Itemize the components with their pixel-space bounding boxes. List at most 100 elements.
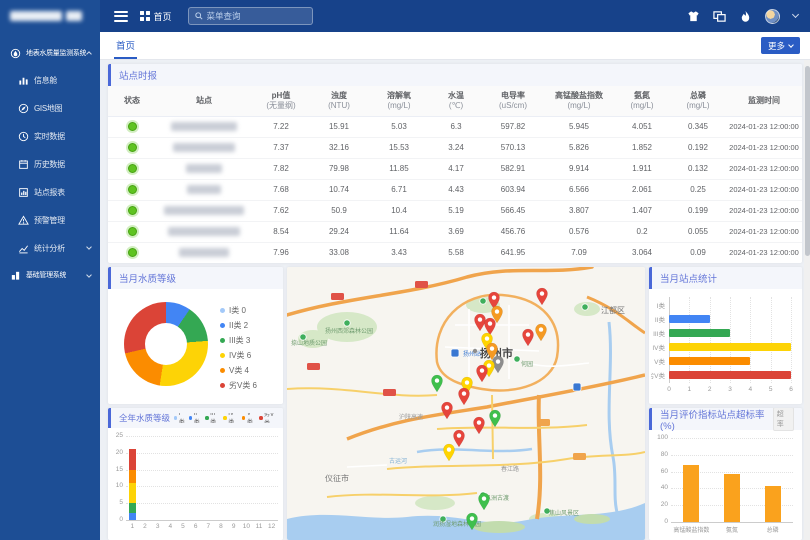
- value-cell: 11.85: [368, 158, 430, 179]
- flame-icon[interactable]: [739, 10, 752, 23]
- value-cell: 597.82: [482, 116, 544, 137]
- sidebar-group-0[interactable]: 地表水质量监测系统: [0, 40, 100, 66]
- station-cell: [156, 137, 252, 158]
- hbar-劣V类: [669, 371, 791, 379]
- pin-center: [492, 295, 496, 299]
- x-axis-tick: 4: [164, 523, 177, 530]
- app-logo: [0, 0, 100, 32]
- pin-center: [539, 327, 543, 331]
- more-button-label: 更多: [768, 40, 785, 52]
- sidebar-item-0[interactable]: 信息舱: [0, 66, 100, 94]
- status-cell: [108, 137, 156, 158]
- status-cell: [108, 221, 156, 242]
- realtime-data-icon: [18, 131, 29, 142]
- pin-center: [470, 516, 474, 520]
- legend-item: V类 4: [220, 363, 257, 378]
- legend-label: 劣V类: [264, 413, 279, 423]
- legend-marker: [189, 416, 192, 420]
- sidebar-item-6[interactable]: 统计分析: [0, 234, 100, 262]
- x-axis-tick: 1: [126, 523, 139, 530]
- gridline: [126, 486, 278, 487]
- station-data-table: 状态站点pH值(无量纲)浊度(NTU)溶解氧(mg/L)水温(℃)电导率(uS/…: [108, 86, 802, 263]
- exceed-rate-toggle[interactable]: 超率: [773, 408, 794, 431]
- column-header: 电导率(uS/cm): [482, 86, 544, 116]
- value-cell: 15.91: [310, 116, 368, 137]
- map-label: 何园: [521, 360, 533, 368]
- sidebar-item-1[interactable]: GIS地图: [0, 94, 100, 122]
- menu-search-box[interactable]: [188, 7, 313, 25]
- value-cell: 3.24: [430, 137, 482, 158]
- annual-water-grade-panel: 全年水质等级 I类II类III类IV类V类劣V类 051015202512345…: [108, 408, 283, 540]
- multi-screen-icon[interactable]: [713, 10, 726, 23]
- panel-title-bar: 全年水质等级 I类II类III类IV类V类劣V类: [108, 408, 283, 428]
- gridline: [126, 436, 278, 437]
- sidebar-item-3[interactable]: 历史数据: [0, 150, 100, 178]
- sidebar-item-2[interactable]: 实时数据: [0, 122, 100, 150]
- station-stats-hbar-chart: 0123456I类II类III类IV类V类劣V类: [669, 297, 791, 383]
- sidebar-item-label: 预警管理: [34, 215, 65, 226]
- value-cell: 4.051: [614, 116, 670, 137]
- user-avatar[interactable]: [765, 9, 780, 24]
- train-station-label: 扬州站: [463, 350, 481, 358]
- pin-center: [445, 405, 449, 409]
- sidebar-item-5[interactable]: 预警管理: [0, 206, 100, 234]
- monitor-time-cell: 2024-01-23 12:00:00: [726, 221, 802, 242]
- value-cell: 6.566: [544, 179, 614, 200]
- monitor-time-cell: 2024-01-23 12:00:00: [726, 116, 802, 137]
- breadcrumb[interactable]: 首页: [140, 10, 172, 23]
- pin-center: [482, 496, 486, 500]
- y-axis-tick: 0: [112, 516, 123, 523]
- value-cell: 6.71: [368, 179, 430, 200]
- legend-marker: [259, 416, 262, 420]
- column-header: 浊度(NTU): [310, 86, 368, 116]
- more-button[interactable]: 更多: [761, 37, 800, 54]
- hamburger-menu-icon[interactable]: [114, 8, 128, 24]
- hbar-III类: [669, 329, 730, 337]
- map-canvas[interactable]: 扬州站江都区仪征市扬州西郊森林公园捺山地质公园何园古运河春江路沪陕高速瓜洲古渡焦…: [287, 267, 645, 540]
- y-axis-tick: 60: [654, 468, 668, 475]
- chevron-down-icon: [86, 244, 92, 250]
- value-cell: 4.17: [430, 158, 482, 179]
- tab-home[interactable]: 首页: [114, 32, 137, 59]
- station-cell: [156, 179, 252, 200]
- grid-icon: [140, 11, 150, 21]
- value-cell: 570.13: [482, 137, 544, 158]
- monthly-water-grade-panel: 当月水质等级 I类 0II类 2III类 3IV类 6V类 4劣V类 6: [108, 267, 283, 404]
- pin-center: [488, 321, 492, 325]
- legend-item: II类 2: [220, 318, 257, 333]
- stack-segment-劣V类: [129, 449, 136, 469]
- scrollbar-thumb[interactable]: [805, 66, 810, 256]
- legend-marker: [242, 416, 245, 420]
- sidebar-group-1[interactable]: 基础管理系统: [0, 262, 100, 288]
- user-menu-chevron-down-icon[interactable]: [792, 11, 799, 18]
- x-axis-tick: 5: [766, 386, 776, 393]
- panel-title: 当月水质等级: [119, 271, 176, 285]
- legend-label: IV类: [228, 413, 239, 423]
- y-axis-tick: 0: [654, 518, 668, 525]
- gridline: [126, 503, 278, 504]
- y-axis-tick: 100: [654, 434, 668, 441]
- value-cell: 5.58: [430, 242, 482, 263]
- theme-skin-icon[interactable]: [687, 10, 700, 23]
- column-header: 状态: [108, 86, 156, 116]
- value-cell: 7.68: [252, 179, 310, 200]
- breadcrumb-home-label: 首页: [154, 10, 172, 23]
- station-report-icon: [18, 187, 29, 198]
- x-axis-tick: 10: [240, 523, 253, 530]
- menu-search-input[interactable]: [207, 11, 306, 21]
- value-cell: 7.62: [252, 200, 310, 221]
- y-axis-tick: 15: [112, 466, 123, 473]
- gridline: [791, 297, 792, 383]
- value-cell: 8.54: [252, 221, 310, 242]
- map-label: 焦山风景区: [549, 509, 579, 517]
- sidebar-item-4[interactable]: 站点报表: [0, 178, 100, 206]
- pin-center: [465, 380, 469, 384]
- tab-bar: 首页 更多: [100, 32, 810, 60]
- sidebar-item-label: 站点报表: [34, 187, 65, 198]
- station-name-redacted: [187, 185, 221, 194]
- station-name-redacted: [179, 248, 229, 257]
- y-axis-tick: 25: [112, 432, 123, 439]
- status-normal-dot: [128, 248, 137, 257]
- value-cell: 7.96: [252, 242, 310, 263]
- column-header: 水温(℃): [430, 86, 482, 116]
